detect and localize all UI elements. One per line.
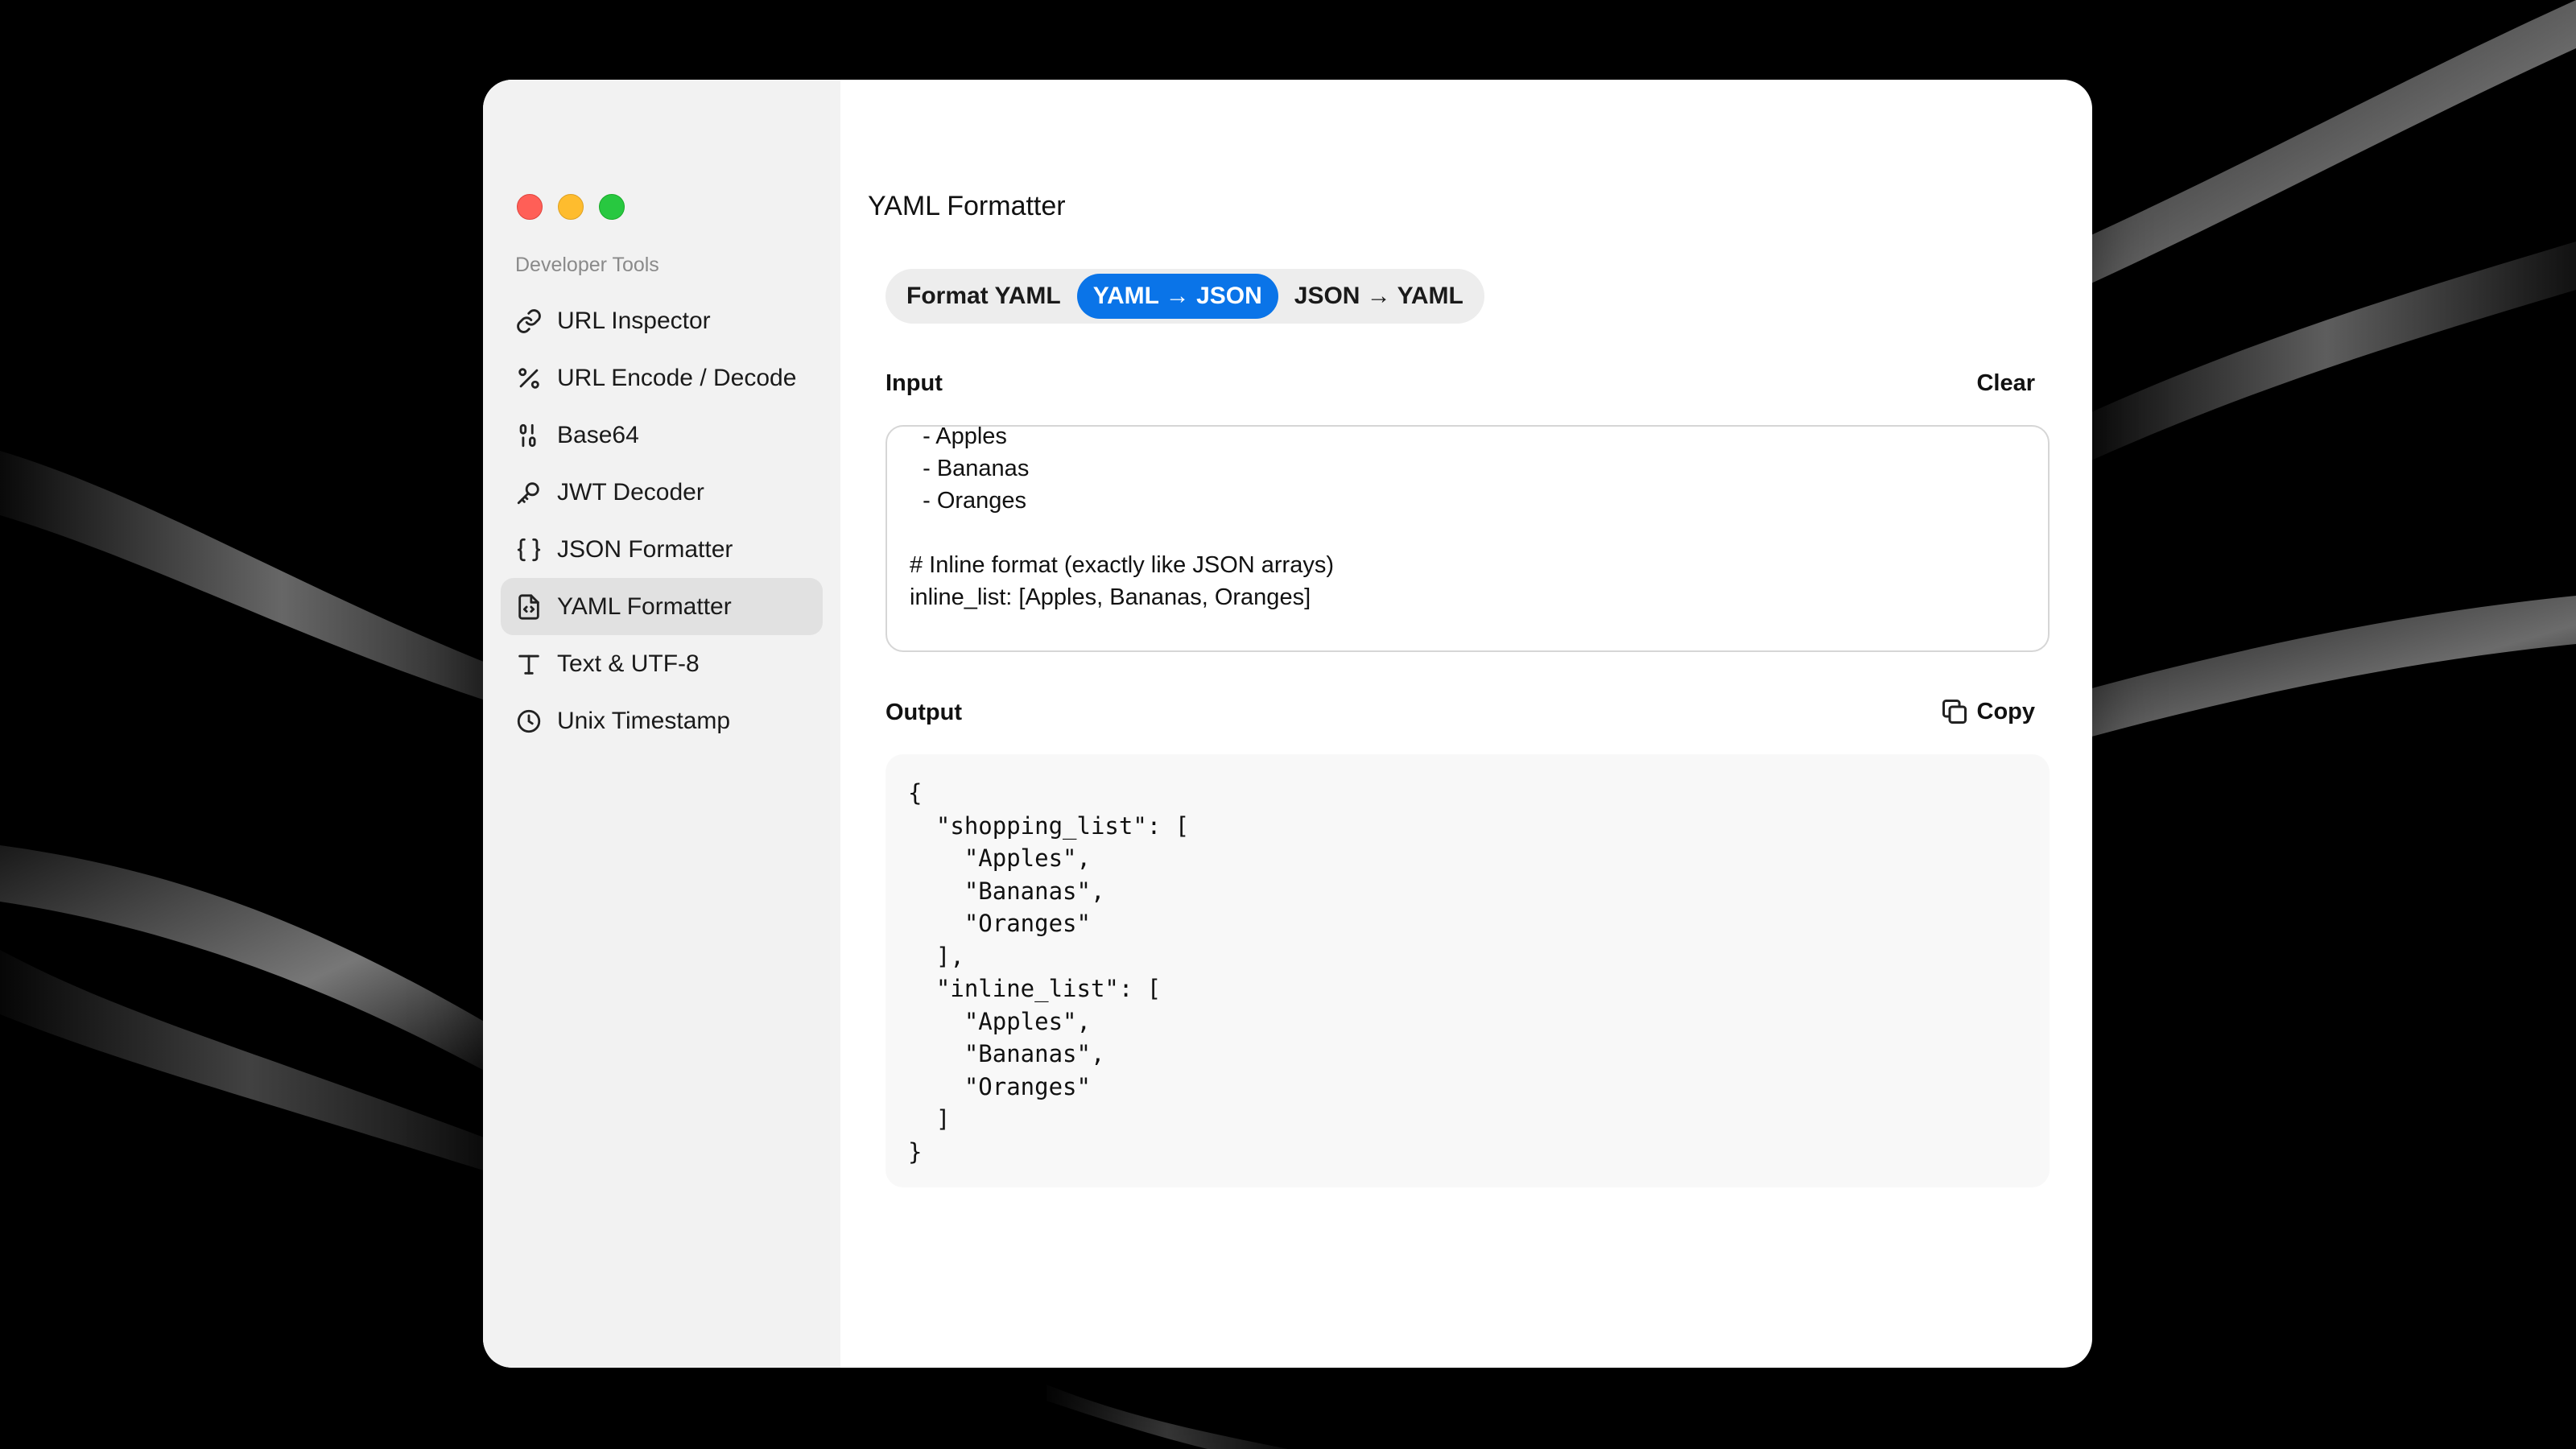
sidebar: Developer Tools URL Inspector URL Encode… — [483, 80, 840, 1368]
braces-icon — [515, 536, 543, 564]
sidebar-item-text-utf8[interactable]: Text & UTF-8 — [501, 635, 823, 692]
sidebar-item-jwt-decoder[interactable]: JWT Decoder — [501, 464, 823, 521]
sidebar-item-label: Base64 — [557, 421, 639, 448]
percent-icon — [515, 365, 543, 392]
input-label: Input — [886, 370, 943, 396]
yaml-input-text[interactable]: - Apples - Bananas - Oranges # Inline fo… — [910, 427, 1334, 613]
link-icon — [515, 308, 543, 335]
sidebar-item-unix-timestamp[interactable]: Unix Timestamp — [501, 692, 823, 749]
mode-json-to-yaml[interactable]: JSON → YAML — [1278, 274, 1480, 319]
json-output-text: { "shopping_list": [ "Apples", "Bananas"… — [908, 779, 1190, 1166]
key-icon — [515, 479, 543, 506]
sidebar-item-base64[interactable]: Base64 — [501, 407, 823, 464]
output-label: Output — [886, 700, 963, 725]
json-output-panel: { "shopping_list": [ "Apples", "Bananas"… — [886, 754, 2050, 1187]
sidebar-item-json-formatter[interactable]: JSON Formatter — [501, 521, 823, 578]
mode-format-yaml[interactable]: Format YAML — [890, 274, 1077, 319]
sidebar-item-url-inspector[interactable]: URL Inspector — [501, 292, 823, 349]
zoom-window-button[interactable] — [599, 194, 625, 220]
sidebar-item-label: JWT Decoder — [557, 478, 704, 506]
copy-button[interactable]: Copy — [1940, 697, 2036, 726]
file-code-icon — [515, 593, 543, 621]
sidebar-item-label: Unix Timestamp — [557, 707, 731, 734]
app-window: Developer Tools URL Inspector URL Encode… — [483, 80, 2092, 1368]
sidebar-item-label: YAML Formatter — [557, 592, 732, 620]
copy-button-label: Copy — [1976, 698, 2036, 724]
sidebar-item-label: JSON Formatter — [557, 535, 733, 563]
copy-icon — [1942, 700, 1967, 724]
type-icon — [515, 650, 543, 678]
page-title: YAML Formatter — [868, 191, 1066, 221]
sidebar-item-yaml-formatter[interactable]: YAML Formatter — [501, 578, 823, 635]
binary-icon — [515, 422, 543, 449]
sidebar-item-label: URL Encode / Decode — [557, 364, 797, 391]
sidebar-item-url-encode-decode[interactable]: URL Encode / Decode — [501, 349, 823, 407]
clear-button[interactable]: Clear — [1976, 370, 2035, 397]
clock-icon — [515, 708, 543, 735]
mode-yaml-to-json[interactable]: YAML → JSON — [1076, 274, 1278, 319]
yaml-input-field[interactable]: - Apples - Bananas - Oranges # Inline fo… — [886, 425, 2050, 652]
sidebar-nav: URL Inspector URL Encode / Decode Base64… — [501, 292, 823, 749]
sidebar-item-label: URL Inspector — [557, 307, 711, 334]
mode-segmented-control: Format YAML YAML → JSON JSON → YAML — [886, 269, 1484, 324]
sidebar-section-title: Developer Tools — [515, 254, 659, 276]
sidebar-item-label: Text & UTF-8 — [557, 650, 700, 677]
minimize-window-button[interactable] — [558, 194, 584, 220]
close-window-button[interactable] — [517, 194, 543, 220]
